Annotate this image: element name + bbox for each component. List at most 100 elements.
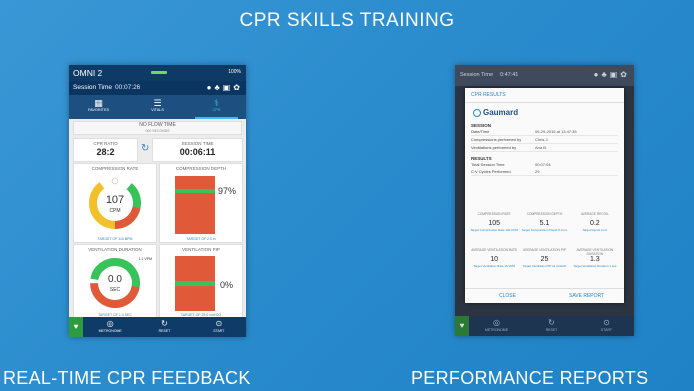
cpr-dashboard: NO FLOW TIME 000 SECONDS CPR RATIO 28:2 … (69, 119, 246, 319)
compression-depth-bar (175, 176, 215, 234)
metronome-label: METRONOME (98, 329, 122, 333)
session-label: Session Time (460, 72, 494, 78)
reset-icon: ↻ (548, 318, 555, 327)
metric-average-recoil: AVERAGE RECOIL 0.2 Target Recoil 0 cm (570, 212, 620, 232)
metric-target: Target Ventilation Duration 1 sec (573, 264, 617, 268)
metronome-icon: ◎ (493, 318, 500, 327)
heart-icon: ♥ (73, 322, 79, 331)
tab-label: CPR (212, 108, 221, 112)
metric-label: COMPRESSION DEPTH (526, 212, 563, 216)
banner-title: CPR SKILLS TRAINING (239, 10, 455, 31)
compression-rate-target: TARGET OF 110 BPM (97, 237, 133, 241)
heart-button[interactable]: ♥ (69, 317, 83, 337)
metric-target: Target Compression Depth 5.0 cm (521, 228, 568, 232)
start-button[interactable]: ⊙ START (579, 316, 634, 336)
compressions-performer-field[interactable]: Chris J. (535, 137, 549, 142)
cpr-ratio-panel: CPR RATIO 28:2 (73, 138, 138, 162)
compression-depth-target: TARGET OF 2.0 in (186, 237, 216, 241)
ventilation-duration-value: 0.0 (108, 274, 122, 285)
battery-indicator: 100% (228, 69, 241, 75)
start-label: START (600, 328, 613, 332)
play-icon: ⊙ (215, 319, 223, 328)
right-tablet: Session Time 0:47:41 ●♣▣✿ CPR RESULTS Ga… (455, 65, 634, 336)
tab-label: FAVORITES (87, 108, 110, 112)
sliders-icon: ☰ (153, 98, 162, 108)
gear-icon[interactable]: ✿ (620, 70, 630, 79)
metric-compression-rate: COMPRESSION RATE 105 Target Compression … (469, 212, 519, 232)
no-flow-panel: NO FLOW TIME 000 SECONDS (73, 121, 242, 135)
session-bar: Session Time 0:47:41 ●♣▣✿ (455, 65, 634, 86)
compression-depth-value: 97% (218, 186, 237, 196)
ventilation-marker: 1.1 VPM (138, 257, 152, 261)
session-time-panel: SESSION TIME 00:06:11 (152, 138, 243, 162)
row-value: 06-29-2016 at 13:47:35 (535, 129, 577, 134)
signal-indicator (151, 71, 167, 74)
row-key: C:V Cycles Performed (471, 169, 511, 174)
reset-button[interactable]: ↻ RESET (524, 316, 579, 336)
metronome-label: METRONOME (484, 328, 509, 332)
ventilation-duration-panel: VENTILATION DURATION 1.1 VPM 0.0 SEC TAR… (73, 244, 157, 319)
ventilations-performer-field[interactable]: Ana B. (535, 145, 547, 150)
left-tablet: OMNI 2 100% Session Time 00:07:26 ●♣▣✿ ▦… (69, 65, 246, 337)
chat-icon[interactable]: ▣ (610, 70, 621, 79)
metronome-button[interactable]: ◎ METRONOME (83, 317, 137, 337)
ventilation-pip-target-band (175, 281, 215, 286)
metric-ventilation-duration: AVERAGE VENTILATION DURATION 1.3 Target … (570, 248, 620, 268)
logo-text: Gaumard (483, 108, 519, 117)
heart-icon: ♥ (459, 321, 465, 330)
heart-button[interactable]: ♥ (455, 316, 469, 336)
header-icons: ●♣▣✿ (207, 83, 243, 92)
metrics-row: AVERAGE VENTILATION RATE 10 Target Venti… (469, 248, 620, 268)
metronome-button[interactable]: ◎ METRONOME (469, 316, 524, 336)
compression-rate-panel: COMPRESSION RATE 107 CPM TARGET OF 110 B… (73, 163, 157, 243)
no-flow-sub: 000 SECONDS (145, 129, 170, 133)
logo-mark-icon (473, 108, 481, 117)
gear-icon[interactable]: ✿ (233, 83, 243, 92)
users-icon[interactable]: ♣ (214, 83, 222, 92)
metric-target: Target Ventilation PIP 11 cmH2O (522, 264, 567, 268)
bottom-bar: ♥ ◎ METRONOME ↻ RESET ⊙ START (69, 317, 246, 337)
reset-icon: ↻ (161, 319, 168, 328)
cpr-ratio-label: CPR RATIO (93, 141, 118, 146)
results-row: C:V Cycles Performed 29 (471, 168, 618, 176)
users-icon[interactable]: ♣ (601, 70, 609, 79)
bottom-bar: ♥ ◎ METRONOME ↻ RESET ⊙ START (455, 316, 634, 336)
metric-ventilation-pip: AVERAGE VENTILATION PIP 25 Target Ventil… (519, 248, 569, 268)
metric-value: 10 (490, 256, 499, 263)
start-button[interactable]: ⊙ START (192, 317, 246, 337)
compression-depth-target-band (175, 189, 215, 193)
tab-cpr[interactable]: ⚕ CPR (187, 95, 246, 119)
tab-label: VITALS (151, 108, 164, 112)
ventilation-duration-label: VENTILATION DURATION (88, 247, 142, 252)
tab-vitals[interactable]: ☰ VITALS (128, 95, 187, 119)
dialog-title: CPR RESULTS (465, 88, 624, 103)
reset-button[interactable]: ↻ RESET (137, 317, 191, 337)
compression-depth-label: COMPRESSION DEPTH (175, 166, 227, 171)
metric-label: AVERAGE VENTILATION PIP (523, 248, 566, 252)
results-row: Total Session Time 00:07:04 (471, 161, 618, 168)
ventilation-pip-panel: VENTILATION PIP 0% TARGET OF 25.0 cmH2O (159, 244, 243, 319)
row-value: 00:07:04 (535, 162, 551, 167)
compression-depth-panel: COMPRESSION DEPTH 97% TARGET OF 2.0 in (159, 163, 243, 243)
cpr-icon: ⚕ (214, 98, 219, 108)
session-label: Session Time (73, 84, 113, 91)
session-time-label: SESSION TIME (181, 141, 214, 146)
refresh-icon[interactable]: ↻ (141, 143, 149, 154)
metric-target: Target Ventilation Rate 10 VPM (473, 264, 516, 268)
save-report-button[interactable]: SAVE REPORT (569, 293, 604, 299)
reset-label: RESET (158, 329, 171, 333)
gaumard-logo: Gaumard (473, 108, 624, 119)
grid-icon: ▦ (94, 98, 103, 108)
metronome-icon: ◎ (106, 319, 114, 328)
session-value: 0:47:41 (500, 72, 519, 78)
cpr-ratio-value: 28:2 (96, 147, 115, 157)
reset-label: RESET (545, 328, 558, 332)
tab-favorites[interactable]: ▦ FAVORITES (69, 95, 128, 119)
play-icon: ⊙ (603, 318, 610, 327)
metric-label: COMPRESSION RATE (477, 212, 511, 216)
ventilation-duration-unit: SEC (109, 287, 121, 293)
start-label: START (213, 329, 225, 333)
close-button[interactable]: CLOSE (499, 293, 516, 299)
ventilation-pip-value: 0% (220, 280, 234, 290)
chat-icon[interactable]: ▣ (223, 83, 234, 92)
